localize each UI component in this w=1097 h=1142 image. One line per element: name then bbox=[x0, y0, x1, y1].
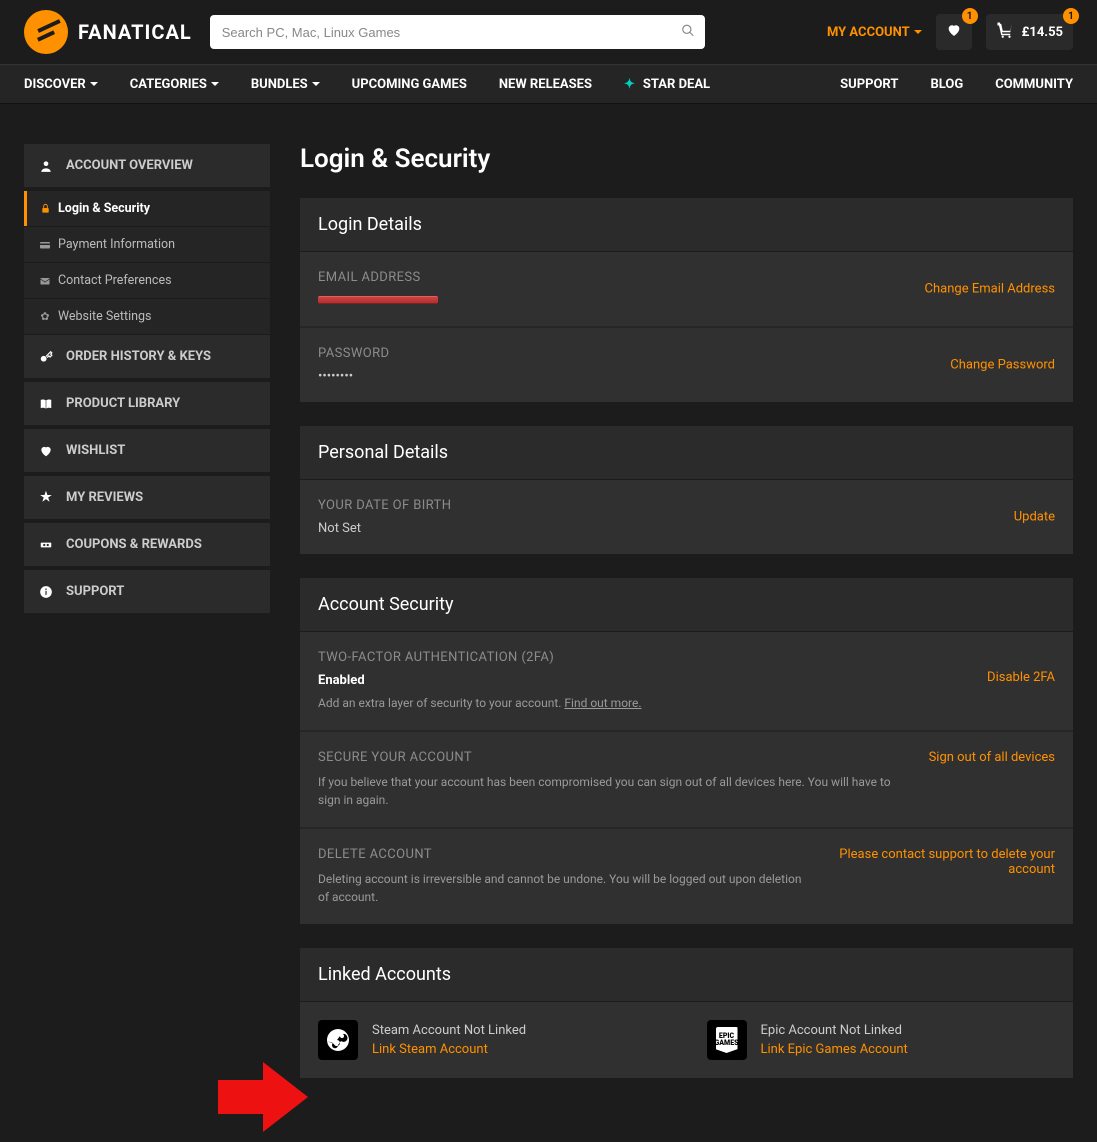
chevron-down-icon bbox=[312, 82, 320, 86]
nav-star-deal[interactable]: ✦ STAR DEAL bbox=[624, 77, 710, 92]
card-icon bbox=[38, 239, 52, 251]
panel-linked-accounts: Linked Accounts Steam Account Not Linked… bbox=[300, 948, 1073, 1078]
info-icon bbox=[38, 585, 54, 599]
sidebar-item-wishlist[interactable]: WISHLIST bbox=[24, 429, 270, 472]
ticket-icon bbox=[38, 538, 54, 552]
password-mask: •••••••• bbox=[318, 369, 1055, 384]
tfa-desc: Add an extra layer of security to your a… bbox=[318, 694, 908, 712]
nav-discover[interactable]: DISCOVER bbox=[24, 77, 98, 92]
linked-steam: Steam Account Not Linked Link Steam Acco… bbox=[318, 1020, 667, 1060]
sidebar-item-payment[interactable]: Payment Information bbox=[24, 227, 270, 262]
tfa-find-out-link[interactable]: Find out more. bbox=[564, 696, 641, 710]
heart-icon bbox=[946, 22, 962, 42]
disable-2fa-link[interactable]: Disable 2FA bbox=[987, 670, 1055, 685]
sidebar-item-order-history[interactable]: ORDER HISTORY & KEYS bbox=[24, 335, 270, 378]
row-2fa: TWO-FACTOR AUTHENTICATION (2FA) Enabled … bbox=[300, 632, 1073, 732]
brand-logo[interactable]: FANATICAL bbox=[24, 10, 192, 54]
search-wrap bbox=[210, 15, 705, 49]
search-button[interactable] bbox=[681, 24, 695, 41]
nav-categories[interactable]: CATEGORIES bbox=[130, 77, 219, 92]
cart-button[interactable]: £14.55 1 bbox=[986, 14, 1073, 50]
nav-bundles[interactable]: BUNDLES bbox=[251, 77, 320, 92]
secure-desc: If you believe that your account has bee… bbox=[318, 773, 908, 809]
account-sidebar: ACCOUNT OVERVIEW Login & Security Paymen… bbox=[24, 144, 270, 617]
chevron-down-icon bbox=[914, 30, 922, 34]
main-container: ACCOUNT OVERVIEW Login & Security Paymen… bbox=[0, 104, 1097, 1142]
email-value-redacted bbox=[318, 296, 438, 304]
row-email: EMAIL ADDRESS Change Email Address bbox=[300, 252, 1073, 328]
row-dob: YOUR DATE OF BIRTH Not Set Update bbox=[300, 480, 1073, 554]
sidebar-item-login-security[interactable]: Login & Security bbox=[24, 191, 270, 226]
search-icon bbox=[681, 25, 695, 41]
sidebar-item-product-library[interactable]: PRODUCT LIBRARY bbox=[24, 382, 270, 425]
password-label: PASSWORD bbox=[318, 346, 1055, 361]
panel-header: Login Details bbox=[300, 198, 1073, 252]
link-epic-button[interactable]: Link Epic Games Account bbox=[761, 1042, 908, 1057]
search-input[interactable] bbox=[210, 15, 705, 49]
panel-account-security: Account Security TWO-FACTOR AUTHENTICATI… bbox=[300, 578, 1073, 924]
chevron-down-icon bbox=[211, 82, 219, 86]
dob-label: YOUR DATE OF BIRTH bbox=[318, 498, 1055, 513]
sidebar-item-coupons[interactable]: COUPONS & REWARDS bbox=[24, 523, 270, 566]
chevron-down-icon bbox=[90, 82, 98, 86]
dob-value: Not Set bbox=[318, 521, 1055, 536]
panel-personal-details: Personal Details YOUR DATE OF BIRTH Not … bbox=[300, 426, 1073, 554]
change-email-link[interactable]: Change Email Address bbox=[925, 282, 1055, 297]
epic-icon: EPICGAMES bbox=[707, 1020, 747, 1060]
star-icon: ✦ bbox=[624, 77, 635, 92]
header-right: MY ACCOUNT 1 £14.55 1 bbox=[827, 14, 1073, 50]
content-area: Login & Security Login Details EMAIL ADD… bbox=[300, 144, 1073, 1102]
main-nav: DISCOVER CATEGORIES BUNDLES UPCOMING GAM… bbox=[0, 64, 1097, 104]
nav-new-releases[interactable]: NEW RELEASES bbox=[499, 77, 592, 92]
delete-desc: Deleting account is irreversible and can… bbox=[318, 870, 808, 906]
star-icon: ★ bbox=[38, 490, 54, 505]
row-delete-account: DELETE ACCOUNT Deleting account is irrev… bbox=[300, 829, 1073, 924]
nav-support[interactable]: SUPPORT bbox=[840, 77, 898, 92]
tfa-label: TWO-FACTOR AUTHENTICATION (2FA) bbox=[318, 650, 1055, 665]
link-steam-button[interactable]: Link Steam Account bbox=[372, 1042, 526, 1057]
steam-status: Steam Account Not Linked bbox=[372, 1023, 526, 1038]
header-bar: FANATICAL MY ACCOUNT 1 £14.55 1 bbox=[0, 0, 1097, 64]
steam-icon bbox=[318, 1020, 358, 1060]
change-password-link[interactable]: Change Password bbox=[950, 358, 1055, 373]
book-icon bbox=[38, 397, 54, 411]
lock-icon bbox=[38, 203, 52, 214]
cart-badge: 1 bbox=[1063, 8, 1079, 24]
row-secure-account: SECURE YOUR ACCOUNT If you believe that … bbox=[300, 732, 1073, 829]
panel-header: Account Security bbox=[300, 578, 1073, 632]
envelope-icon bbox=[38, 275, 52, 287]
sidebar-item-contact[interactable]: Contact Preferences bbox=[24, 263, 270, 298]
sidebar-item-overview[interactable]: ACCOUNT OVERVIEW bbox=[24, 144, 270, 187]
page-title: Login & Security bbox=[300, 144, 1073, 174]
fanatical-logo-icon bbox=[24, 10, 68, 54]
user-icon bbox=[38, 159, 54, 173]
sidebar-item-website-settings[interactable]: ✿ Website Settings bbox=[24, 299, 270, 334]
wishlist-button[interactable]: 1 bbox=[936, 14, 972, 50]
panel-login-details: Login Details EMAIL ADDRESS Change Email… bbox=[300, 198, 1073, 402]
tfa-status: Enabled bbox=[318, 673, 1055, 688]
sidebar-item-reviews[interactable]: ★ MY REVIEWS bbox=[24, 476, 270, 519]
nav-community[interactable]: COMMUNITY bbox=[995, 77, 1073, 92]
sidebar-item-support[interactable]: SUPPORT bbox=[24, 570, 270, 613]
cart-total: £14.55 bbox=[1022, 25, 1063, 40]
epic-status: Epic Account Not Linked bbox=[761, 1023, 908, 1038]
heart-icon bbox=[38, 444, 54, 458]
panel-header: Personal Details bbox=[300, 426, 1073, 480]
cart-icon bbox=[996, 21, 1014, 43]
key-icon bbox=[38, 350, 54, 364]
my-account-menu[interactable]: MY ACCOUNT bbox=[827, 25, 922, 40]
linked-epic: EPICGAMES Epic Account Not Linked Link E… bbox=[707, 1020, 1056, 1060]
nav-blog[interactable]: BLOG bbox=[930, 77, 963, 92]
linked-accounts-row: Steam Account Not Linked Link Steam Acco… bbox=[300, 1002, 1073, 1078]
panel-header: Linked Accounts bbox=[300, 948, 1073, 1002]
nav-upcoming[interactable]: UPCOMING GAMES bbox=[352, 77, 467, 92]
update-dob-link[interactable]: Update bbox=[1014, 510, 1055, 525]
brand-name: FANATICAL bbox=[78, 20, 192, 44]
delete-contact-link[interactable]: Please contact support to delete your ac… bbox=[815, 847, 1055, 877]
wishlist-badge: 1 bbox=[962, 8, 978, 24]
gear-icon: ✿ bbox=[38, 310, 52, 323]
row-password: PASSWORD •••••••• Change Password bbox=[300, 328, 1073, 402]
signout-all-link[interactable]: Sign out of all devices bbox=[929, 750, 1055, 765]
